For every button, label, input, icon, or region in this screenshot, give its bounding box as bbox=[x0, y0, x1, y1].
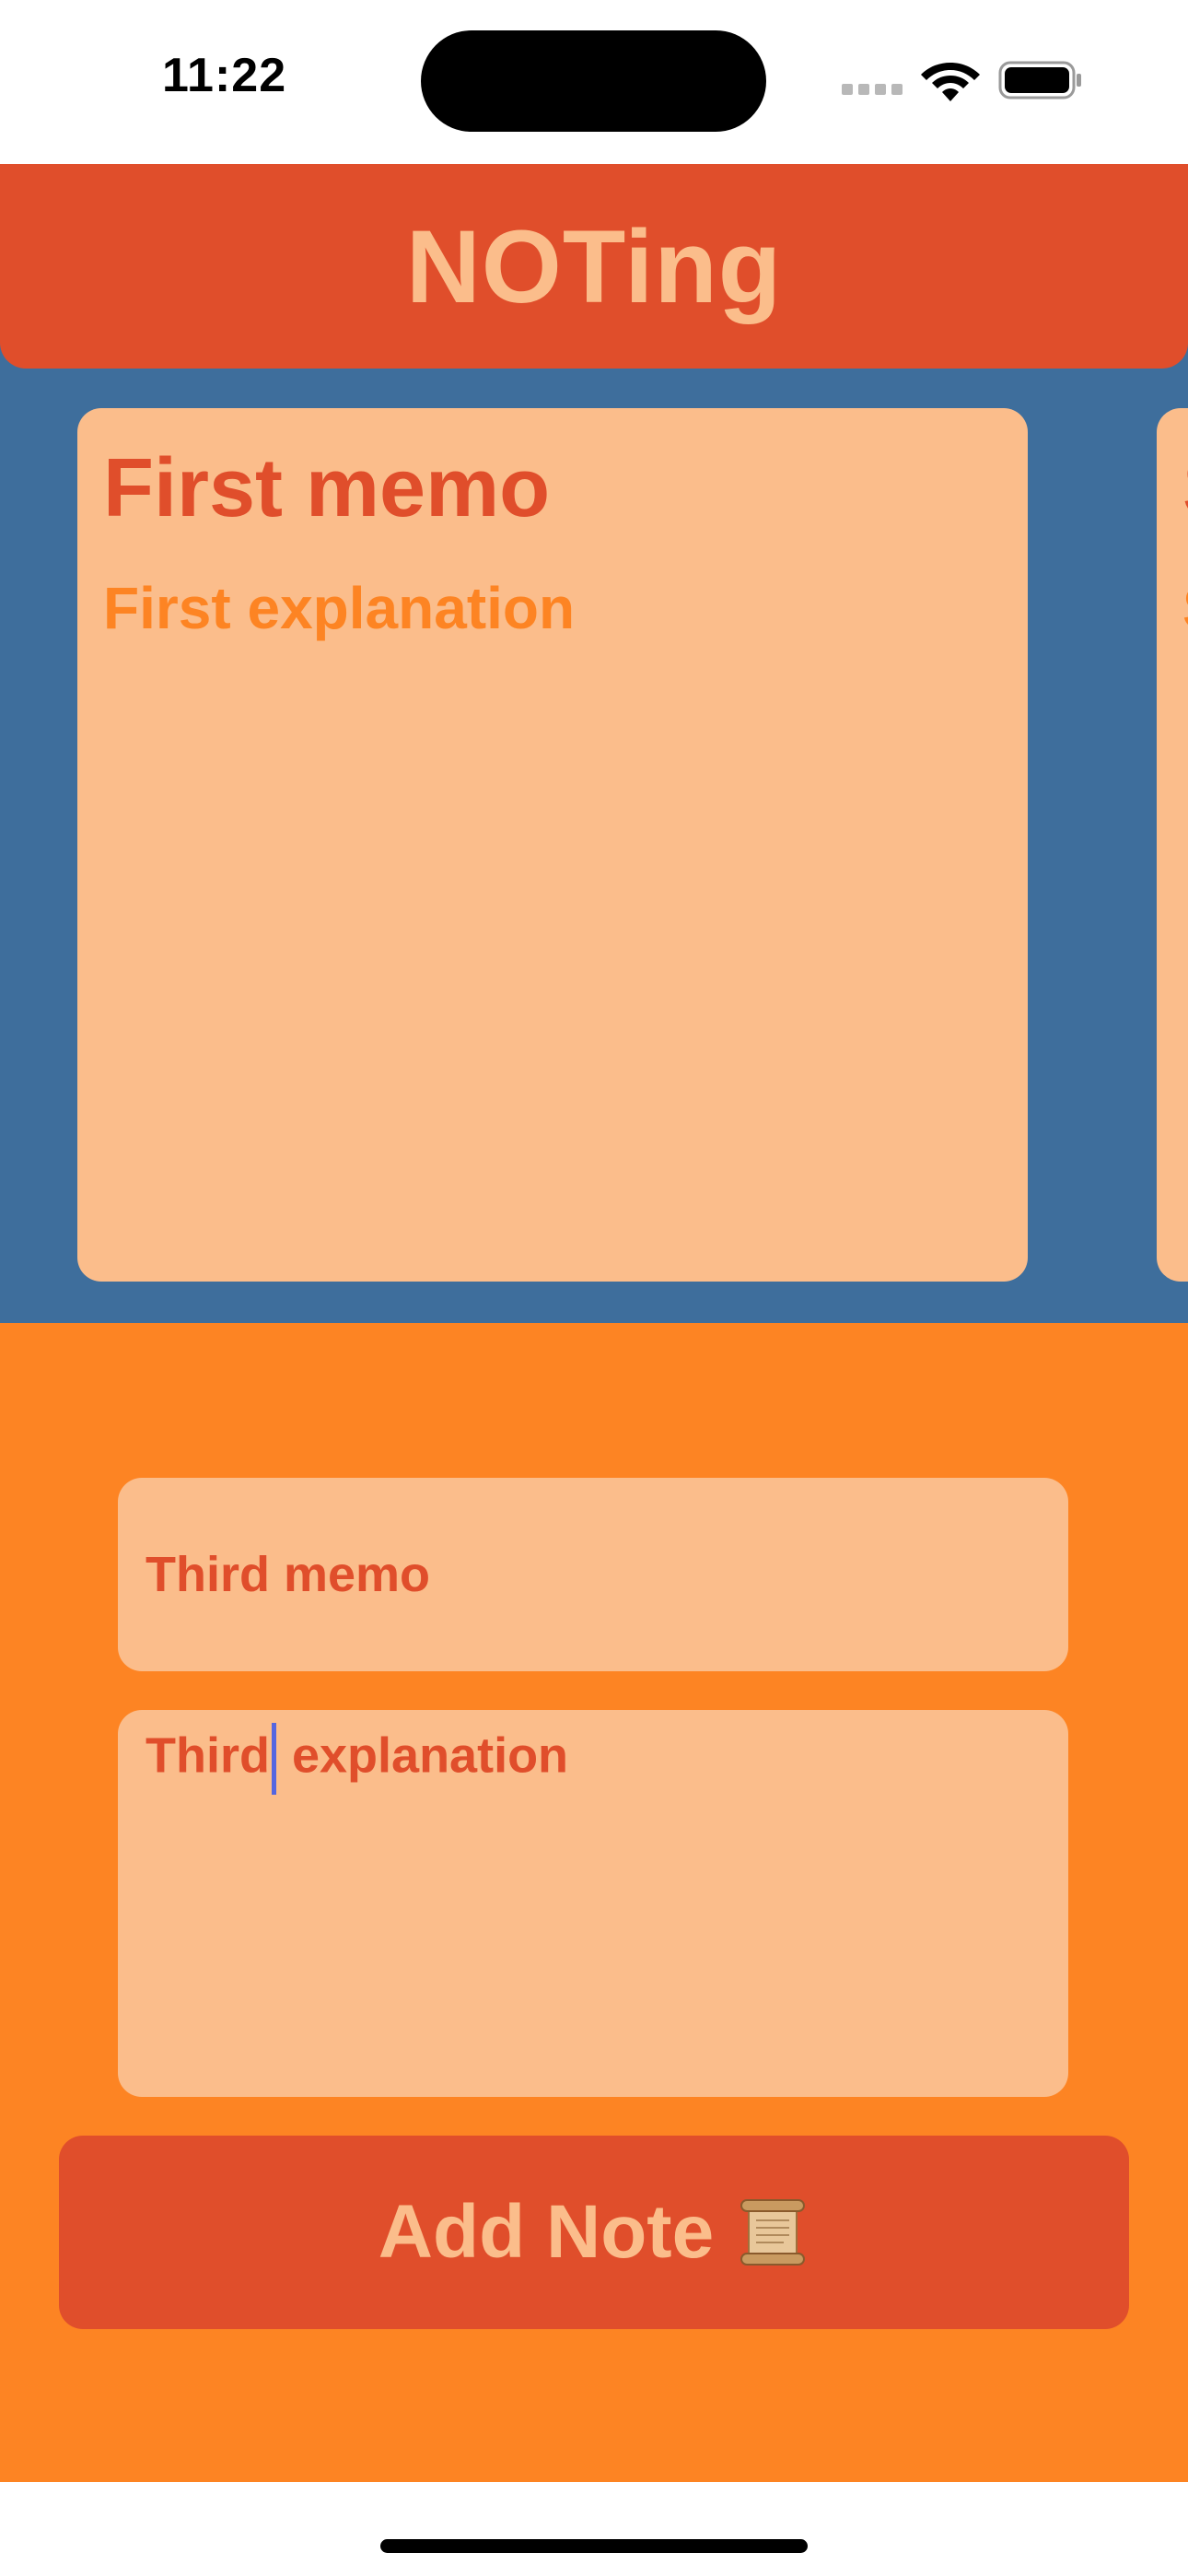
memo-card[interactable]: S S bbox=[1157, 408, 1188, 1282]
add-note-button[interactable]: Add Note bbox=[59, 2136, 1129, 2329]
home-indicator[interactable] bbox=[380, 2539, 808, 2553]
wifi-icon bbox=[921, 63, 980, 101]
signal-icon bbox=[842, 83, 908, 100]
add-note-label: Add Note bbox=[378, 2190, 715, 2274]
app-title: NOTing bbox=[405, 208, 783, 324]
battery-icon bbox=[998, 61, 1081, 100]
status-time: 11:22 bbox=[162, 49, 287, 102]
memo-title-input-value: Third memo bbox=[146, 1547, 431, 1602]
scroll-icon bbox=[740, 2199, 806, 2266]
memo-description: S bbox=[1182, 574, 1188, 642]
status-bar: 11:22 bbox=[0, 0, 1188, 164]
memo-title: First memo bbox=[103, 442, 551, 534]
memo-description: First explanation bbox=[103, 575, 576, 641]
note-form: Third memo Third explanation Add Note bbox=[0, 1323, 1188, 2482]
memo-description-input-value-start: Third bbox=[146, 1727, 270, 1784]
app-header: NOTing bbox=[0, 164, 1188, 369]
memo-title-input[interactable]: Third memo bbox=[118, 1478, 1068, 1671]
memo-description-input-value-end: explanation bbox=[277, 1727, 569, 1784]
text-caret bbox=[271, 1723, 276, 1795]
memo-title: S bbox=[1182, 441, 1188, 536]
memo-card[interactable]: First memo First explanation bbox=[77, 408, 1028, 1282]
dynamic-island bbox=[421, 30, 766, 132]
memo-description-input[interactable]: Third explanation bbox=[118, 1710, 1068, 2097]
